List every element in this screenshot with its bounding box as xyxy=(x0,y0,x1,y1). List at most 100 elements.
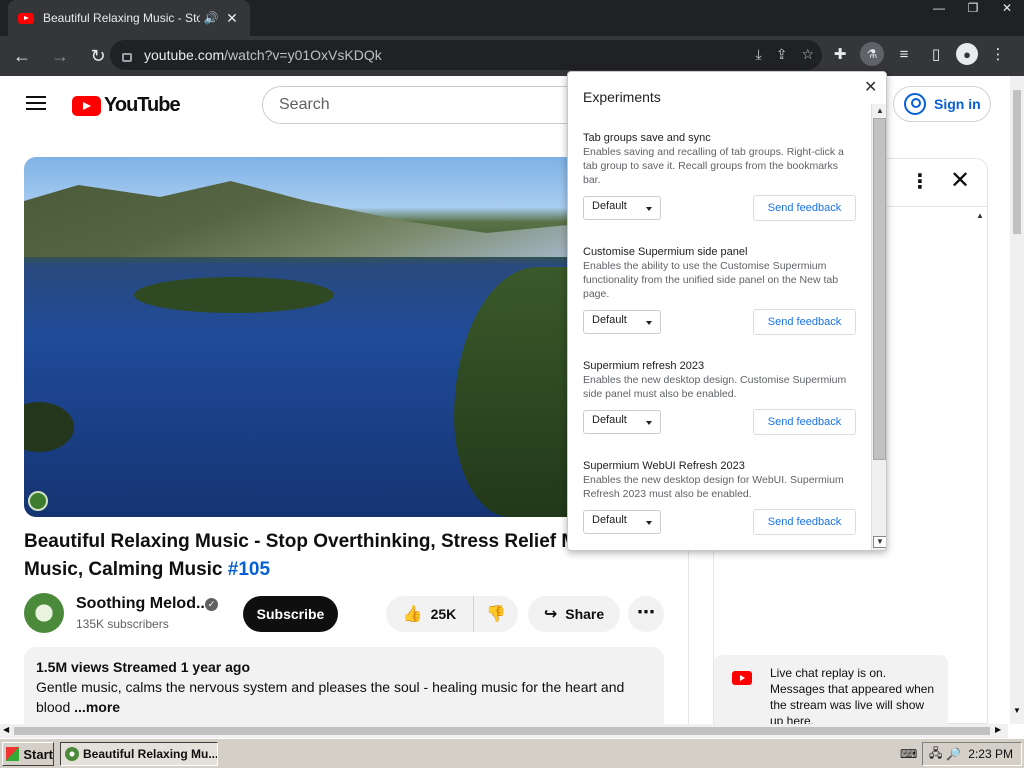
browser-tab-active[interactable]: Beautiful Relaxing Music - Stop Overthin… xyxy=(8,0,250,36)
browser-app-icon xyxy=(65,747,79,761)
tab-close-icon[interactable]: ✕ xyxy=(222,10,242,27)
flag-item: Tab groups save and sync Enables saving … xyxy=(583,132,856,221)
page-horizontal-scrollbar[interactable]: ◀ ▶ xyxy=(0,724,1008,738)
extensions-puzzle-icon[interactable]: ✚ xyxy=(828,40,852,68)
thumbs-up-icon: 👍 xyxy=(402,606,423,623)
flag-description: Enables the ability to use the Customise… xyxy=(583,260,839,300)
lock-icon[interactable] xyxy=(122,52,132,62)
url-path: /watch?v=y01OxVsKDQk xyxy=(224,47,382,63)
restore-icon[interactable]: ❐ xyxy=(956,0,990,18)
browser-menu-icon[interactable]: ⋮ xyxy=(986,40,1010,68)
thumbs-down-icon: 👎 xyxy=(486,606,506,623)
flag-select[interactable]: Default xyxy=(583,310,661,334)
share-arrow-icon: ↪ xyxy=(543,606,558,623)
chat-close-icon[interactable]: ✕ xyxy=(950,166,970,195)
profile-avatar-icon[interactable]: ● xyxy=(956,43,978,65)
back-icon[interactable]: ← xyxy=(6,40,38,72)
youtube-logo-text: YouTube xyxy=(104,94,181,116)
scrollbar-thumb[interactable] xyxy=(873,118,886,460)
share-page-icon[interactable]: ⇪ xyxy=(776,46,788,63)
chat-options-icon[interactable]: ⋮ xyxy=(910,169,930,194)
chat-replay-text: Live chat replay is on. Messages that ap… xyxy=(770,666,935,724)
tab-title: Beautiful Relaxing Music - Stop Overthin… xyxy=(43,11,200,25)
start-label: Start xyxy=(23,746,53,762)
start-button[interactable]: Start xyxy=(2,742,54,766)
scroll-up-arrow-icon[interactable]: ▲ xyxy=(875,106,885,116)
chat-scroll-up-icon[interactable]: ▲ xyxy=(976,211,984,220)
taskbar-item-label: Beautiful Relaxing Mu... xyxy=(83,747,218,761)
chat-replay-notice: Live chat replay is on. Messages that ap… xyxy=(714,655,948,724)
flag-select[interactable]: Default xyxy=(583,410,661,434)
like-dislike-group: 👍 25K 👎 xyxy=(386,596,518,632)
taskbar-browser-window[interactable]: Beautiful Relaxing Mu... xyxy=(60,742,218,766)
speaker-icon[interactable]: 🔊 xyxy=(200,11,222,25)
experiments-popup: Experiments ✕ Tab groups save and sync E… xyxy=(567,71,887,551)
send-feedback-button[interactable]: Send feedback xyxy=(753,509,856,535)
youtube-logo-icon xyxy=(72,95,101,116)
account-icon xyxy=(904,93,926,115)
install-app-icon[interactable]: ⤓ xyxy=(756,46,762,63)
flag-select[interactable]: Default xyxy=(583,196,661,220)
show-more-link[interactable]: ...more xyxy=(74,699,120,715)
clock[interactable]: 2:23 PM xyxy=(968,747,1013,761)
youtube-logo[interactable]: YouTube xyxy=(72,94,181,117)
video-hashtag[interactable]: #105 xyxy=(228,559,270,580)
hamburger-menu-icon[interactable] xyxy=(26,96,46,110)
send-feedback-button[interactable]: Send feedback xyxy=(753,195,856,221)
flag-item: Supermium WebUI Refresh 2023 Enables the… xyxy=(583,460,856,535)
minimize-icon[interactable]: — xyxy=(922,0,956,18)
more-actions-icon[interactable]: ⋯ xyxy=(628,596,664,632)
sign-in-label: Sign in xyxy=(934,96,981,112)
search-tray-icon[interactable]: 🔎 xyxy=(946,747,961,761)
close-window-icon[interactable]: ✕ xyxy=(990,0,1024,18)
horizontal-scroll-thumb[interactable] xyxy=(14,727,990,735)
page-vertical-scrollbar[interactable]: ▼ xyxy=(1010,76,1024,724)
channel-watermark-icon[interactable] xyxy=(28,491,48,511)
scroll-down-arrow-icon[interactable]: ▼ xyxy=(873,536,886,548)
browser-titlebar: Beautiful Relaxing Music - Stop Overthin… xyxy=(0,0,1024,36)
subscribe-button[interactable]: Subscribe xyxy=(243,596,338,632)
side-panel-icon[interactable]: ▯ xyxy=(924,40,948,68)
address-bar[interactable]: youtube.com/watch?v=y01OxVsKDQk ⤓ ⇪ ☆ xyxy=(110,40,822,70)
channel-avatar[interactable] xyxy=(24,593,64,633)
scroll-right-icon[interactable]: ▶ xyxy=(995,725,1001,734)
video-player[interactable] xyxy=(24,157,568,517)
flag-description: Enables the new desktop design for WebUI… xyxy=(583,474,844,500)
experiments-scrollbar[interactable]: ▲ ▼ xyxy=(871,104,886,550)
experiments-flask-icon[interactable]: ⚗ xyxy=(860,42,884,66)
video-frame-shore xyxy=(454,267,568,517)
windows-taskbar: Start Beautiful Relaxing Mu... ⌨ 🖧 🔎 2:2… xyxy=(0,738,1024,768)
sign-in-button[interactable]: Sign in xyxy=(893,86,991,122)
network-icon[interactable]: 🖧 xyxy=(929,744,942,765)
scroll-left-icon[interactable]: ◀ xyxy=(3,725,9,734)
youtube-favicon-icon xyxy=(18,12,34,24)
flag-item: Customise Supermium side panel Enables t… xyxy=(583,246,856,335)
flag-name: Tab groups save and sync xyxy=(583,132,711,144)
description-box[interactable]: 1.5M views Streamed 1 year ago Gentle mu… xyxy=(24,647,664,724)
send-feedback-button[interactable]: Send feedback xyxy=(753,309,856,335)
search-input[interactable]: Search xyxy=(262,86,602,124)
vertical-scroll-thumb[interactable] xyxy=(1013,90,1021,234)
video-frame-mountains xyxy=(24,181,568,257)
share-button[interactable]: ↪ Share xyxy=(528,596,620,632)
bookmark-star-icon[interactable]: ☆ xyxy=(801,46,814,63)
experiments-close-icon[interactable]: ✕ xyxy=(864,77,877,97)
flag-description: Enables saving and recalling of tab grou… xyxy=(583,146,844,186)
channel-name[interactable]: Soothing Melod... xyxy=(76,595,209,613)
window-controls: — ❐ ✕ xyxy=(922,0,1024,18)
youtube-small-icon xyxy=(732,671,752,685)
url-host: youtube.com xyxy=(144,47,225,63)
like-button[interactable]: 👍 25K xyxy=(386,596,474,632)
flag-select[interactable]: Default xyxy=(583,510,661,534)
forward-icon[interactable]: → xyxy=(44,40,76,72)
flag-description: Enables the new desktop design. Customis… xyxy=(583,374,847,400)
channel-row: Soothing Melod... ✓ 135K subscribers Sub… xyxy=(24,593,664,635)
dislike-button[interactable]: 👎 xyxy=(474,604,518,624)
scroll-down-icon[interactable]: ▼ xyxy=(1013,706,1021,715)
experiments-title: Experiments xyxy=(583,89,661,105)
keyboard-icon[interactable]: ⌨ xyxy=(900,747,917,761)
send-feedback-button[interactable]: Send feedback xyxy=(753,409,856,435)
media-queue-icon[interactable]: ≡ xyxy=(892,40,916,68)
windows-logo-icon xyxy=(6,747,20,761)
flag-name: Supermium WebUI Refresh 2023 xyxy=(583,460,745,472)
